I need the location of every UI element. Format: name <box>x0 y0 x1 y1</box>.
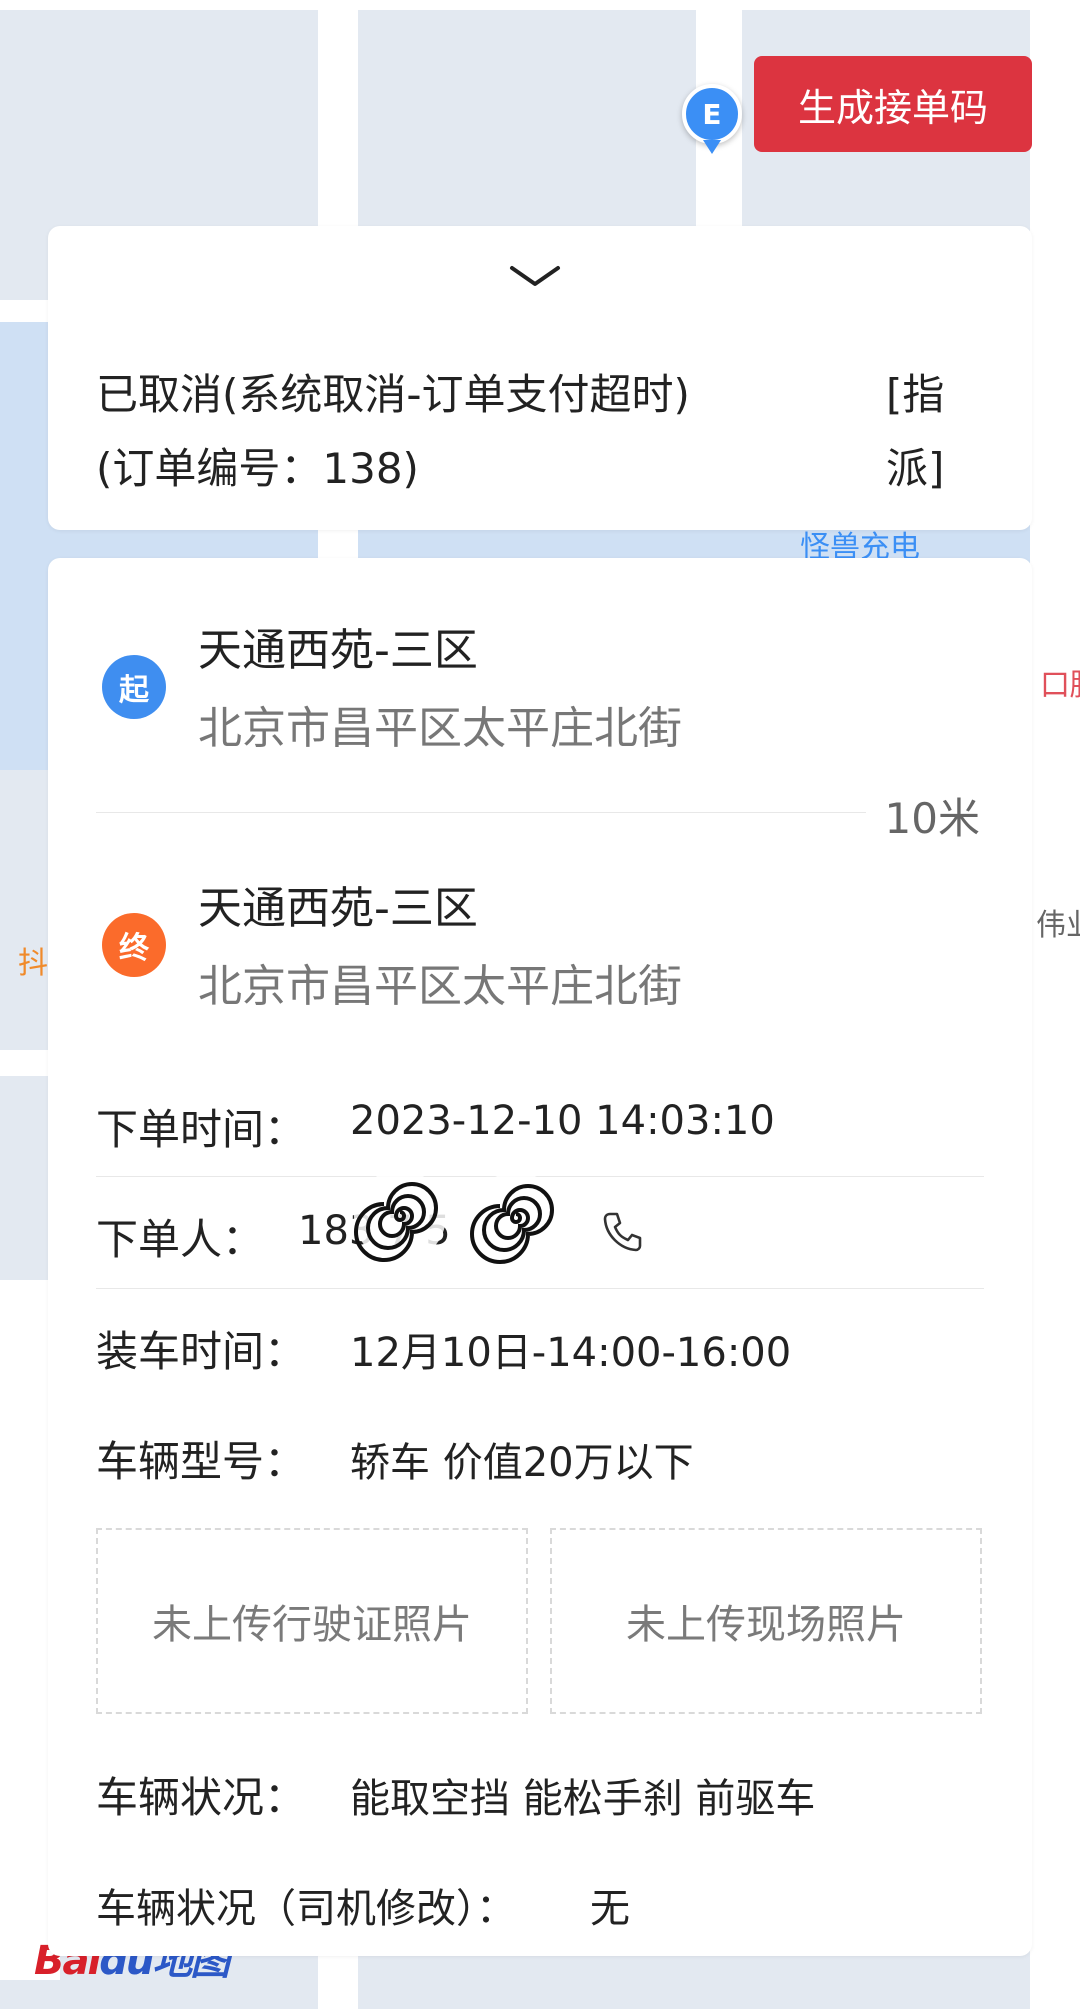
chevron-down-icon[interactable] <box>508 262 562 292</box>
order-time-label: 下单时间： <box>96 1105 307 1154</box>
order-status-text: 已取消(系统取消-订单支付超时) (订单编号：138) <box>96 358 816 506</box>
map-road <box>1030 0 1080 2009</box>
scene-photo-placeholder[interactable]: 未上传现场照片 <box>550 1528 982 1714</box>
details-divider <box>96 1288 984 1289</box>
end-location-address: 北京市昌平区太平庄北街 <box>198 961 682 1012</box>
vehicle-model-label: 车辆型号： <box>96 1437 307 1486</box>
generate-order-code-button[interactable]: 生成接单码 <box>754 56 1032 152</box>
start-location-name: 天通西苑-三区 <box>198 625 478 676</box>
vehicle-model-value: 轿车 价值20万以下 <box>350 1440 694 1486</box>
start-location-address: 北京市昌平区太平庄北街 <box>198 703 682 754</box>
end-location-name: 天通西苑-三区 <box>198 883 478 934</box>
loading-time-label: 装车时间： <box>96 1327 307 1376</box>
loading-time-value: 12月10日-14:00-16:00 <box>350 1330 792 1376</box>
order-time-value: 2023-12-10 14:03:10 <box>350 1098 775 1144</box>
phone-icon[interactable] <box>600 1210 644 1254</box>
assign-tag: [指派] <box>886 370 945 493</box>
redaction-swirl-icon <box>354 1170 446 1262</box>
end-location-badge: 终 <box>102 913 166 977</box>
map-label-left-mid: 抖 <box>18 946 48 981</box>
map-poi-icon[interactable]: E <box>682 84 742 144</box>
orderer-label: 下单人： <box>96 1215 265 1264</box>
map-label-right-top: 口腔 <box>1040 668 1080 703</box>
driver-condition-value: 无 <box>590 1886 630 1932</box>
driver-condition-label: 车辆状况（司机修改）： <box>96 1886 516 1932</box>
start-location-badge: 起 <box>102 655 166 719</box>
map-label-right-mid: 伟业 <box>1036 908 1080 943</box>
license-photo-placeholder[interactable]: 未上传行驶证照片 <box>96 1528 528 1714</box>
route-distance: 10米 <box>884 794 980 843</box>
vehicle-condition-value: 能取空挡 能松手刹 前驱车 <box>350 1776 816 1822</box>
redaction-swirl-icon <box>470 1172 562 1264</box>
map-road <box>0 0 1080 10</box>
vehicle-condition-label: 车辆状况： <box>96 1773 307 1822</box>
route-divider <box>96 812 866 813</box>
order-number: (订单编号：138) <box>96 444 419 493</box>
order-status-line: 已取消(系统取消-订单支付超时) <box>96 370 690 419</box>
